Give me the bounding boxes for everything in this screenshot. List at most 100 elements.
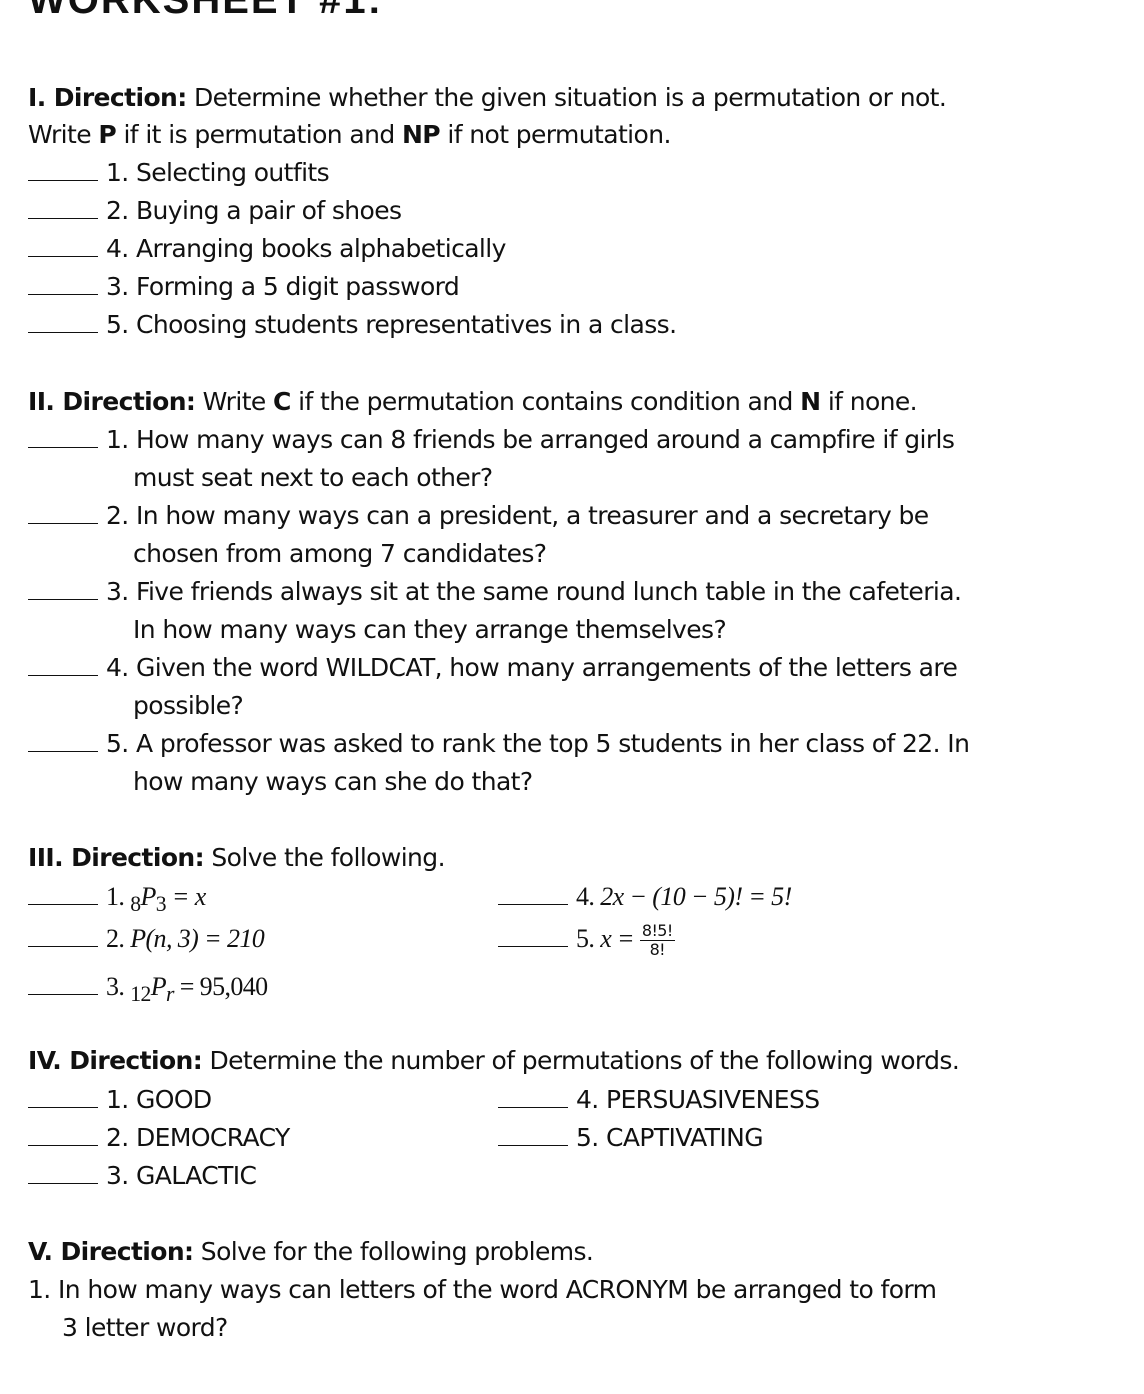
- s2-item-cont: In how many ways can they arrange themse…: [133, 615, 727, 644]
- item-num: 2.: [106, 924, 125, 953]
- s3-item-2: 2. P(n, 3) = 210: [28, 920, 265, 958]
- s3-text: Solve the following.: [204, 843, 445, 872]
- s4-item: 1. GOOD: [28, 1081, 212, 1119]
- s1-l2-c: if not permutation.: [440, 120, 671, 149]
- worksheet-title: WORKSHEET #1:: [28, 0, 383, 22]
- s1-np: NP: [401, 120, 441, 149]
- answer-blank[interactable]: [28, 232, 98, 257]
- answer-blank[interactable]: [28, 499, 98, 524]
- item-num: 3.: [106, 972, 125, 1001]
- s1-item: 3. Forming a 5 digit password: [28, 268, 460, 306]
- word: 3. GALACTIC: [106, 1161, 257, 1190]
- s2-item-text: 1. How many ways can 8 friends be arrang…: [106, 425, 955, 454]
- s5-question: 1. In how many ways can letters of the w…: [28, 1275, 937, 1304]
- s3-item-4: 4. 2x − (10 − 5)! = 5!: [498, 878, 792, 916]
- section3-heading: III. Direction:: [28, 843, 205, 872]
- word: 5. CAPTIVATING: [576, 1123, 764, 1152]
- item-num: 4.: [576, 882, 595, 911]
- section5-direction: V. Direction: Solve for the following pr…: [28, 1233, 594, 1271]
- answer-blank[interactable]: [28, 1121, 98, 1146]
- perm-n: 12: [130, 982, 151, 1007]
- s2-item-cont: possible?: [133, 691, 244, 720]
- s1-item-text: 4. Arranging books alphabetically: [106, 234, 506, 263]
- answer-blank[interactable]: [28, 922, 98, 947]
- s2-item-text: 5. A professor was asked to rank the top…: [106, 729, 970, 758]
- s1-item-text: 3. Forming a 5 digit password: [106, 272, 460, 301]
- answer-blank[interactable]: [28, 1083, 98, 1108]
- section1-heading: I. Direction:: [28, 83, 187, 112]
- s2-item-cont: chosen from among 7 candidates?: [133, 539, 547, 568]
- equation: P(n, 3) = 210: [130, 924, 265, 953]
- s1-l2-b: if it is permutation and: [116, 120, 402, 149]
- s4-item: 3. GALACTIC: [28, 1157, 257, 1195]
- s2-item: 1. How many ways can 8 friends be arrang…: [28, 421, 955, 459]
- section1-text: Determine whether the given situation is…: [186, 83, 947, 112]
- answer-blank[interactable]: [28, 880, 98, 905]
- answer-blank[interactable]: [28, 575, 98, 600]
- answer-blank[interactable]: [28, 727, 98, 752]
- section2-direction: II. Direction: Write C if the permutatio…: [28, 383, 918, 421]
- answer-blank[interactable]: [28, 651, 98, 676]
- s1-item: 1. Selecting outfits: [28, 154, 330, 192]
- s5-text: Solve for the following problems.: [193, 1237, 594, 1266]
- perm-r: r: [165, 982, 174, 1007]
- answer-blank[interactable]: [498, 880, 568, 905]
- s2-n: N: [800, 387, 821, 416]
- s2-item: 3. Five friends always sit at the same r…: [28, 573, 962, 611]
- s2-item: 5. A professor was asked to rank the top…: [28, 725, 970, 763]
- equation: 2x − (10 − 5)! = 5!: [600, 882, 792, 911]
- answer-blank[interactable]: [28, 270, 98, 295]
- s1-item-text: 2. Buying a pair of shoes: [106, 196, 402, 225]
- s1-p: P: [98, 120, 117, 149]
- answer-blank[interactable]: [498, 1083, 568, 1108]
- fraction: 8!5! 8!: [639, 920, 675, 959]
- perm-p: P: [140, 882, 156, 911]
- s3-item-1: 1. 8P3 = x: [28, 878, 206, 923]
- word: 1. GOOD: [106, 1085, 212, 1114]
- answer-blank[interactable]: [498, 1121, 568, 1146]
- s2-a: Write: [195, 387, 274, 416]
- answer-blank[interactable]: [28, 156, 98, 181]
- perm-n: 8: [130, 892, 141, 917]
- perm-rest: = x: [165, 882, 206, 911]
- perm-r: 3: [155, 892, 167, 917]
- answer-blank[interactable]: [28, 970, 98, 995]
- s4-item: 5. CAPTIVATING: [498, 1119, 764, 1157]
- item-num: 1.: [106, 882, 125, 911]
- equation-lhs: x =: [600, 924, 640, 953]
- s2-item-cont: how many ways can she do that?: [133, 767, 533, 796]
- word: 4. PERSUASIVENESS: [576, 1085, 820, 1114]
- section1-direction-line2: Write P if it is permutation and NP if n…: [28, 116, 671, 154]
- s4-text: Determine the number of permutations of …: [202, 1046, 960, 1075]
- perm-rest: = 95,040: [173, 972, 268, 1001]
- s2-c-text: if none.: [820, 387, 918, 416]
- s1-item: 4. Arranging books alphabetically: [28, 230, 506, 268]
- s2-b: if the permutation contains condition an…: [290, 387, 801, 416]
- s1-item-text: 5. Choosing students representatives in …: [106, 310, 677, 339]
- answer-blank[interactable]: [28, 1159, 98, 1184]
- fraction-numerator: 8!5!: [639, 920, 675, 941]
- s4-item: 4. PERSUASIVENESS: [498, 1081, 820, 1119]
- perm-p: P: [150, 972, 167, 1001]
- s2-item: 4. Given the word WILDCAT, how many arra…: [28, 649, 958, 687]
- s2-item-cont: must seat next to each other?: [133, 463, 493, 492]
- section1-direction: I. Direction: Determine whether the give…: [28, 79, 947, 117]
- s1-l2-a: Write: [28, 120, 99, 149]
- section4-direction: IV. Direction: Determine the number of p…: [28, 1042, 960, 1080]
- answer-blank[interactable]: [498, 922, 568, 947]
- s5-question-cont: 3 letter word?: [62, 1313, 228, 1342]
- answer-blank[interactable]: [28, 423, 98, 448]
- s4-item: 2. DEMOCRACY: [28, 1119, 290, 1157]
- s2-item-text: 3. Five friends always sit at the same r…: [106, 577, 962, 606]
- s2-item: 2. In how many ways can a president, a t…: [28, 497, 929, 535]
- answer-blank[interactable]: [28, 308, 98, 333]
- s1-item: 2. Buying a pair of shoes: [28, 192, 402, 230]
- s2-c: C: [273, 387, 291, 416]
- section4-heading: IV. Direction:: [28, 1046, 203, 1075]
- item-num: 5.: [576, 924, 595, 953]
- word: 2. DEMOCRACY: [106, 1123, 290, 1152]
- section5-heading: V. Direction:: [28, 1237, 194, 1266]
- section2-heading: II. Direction:: [28, 387, 196, 416]
- s2-item-text: 2. In how many ways can a president, a t…: [106, 501, 929, 530]
- answer-blank[interactable]: [28, 194, 98, 219]
